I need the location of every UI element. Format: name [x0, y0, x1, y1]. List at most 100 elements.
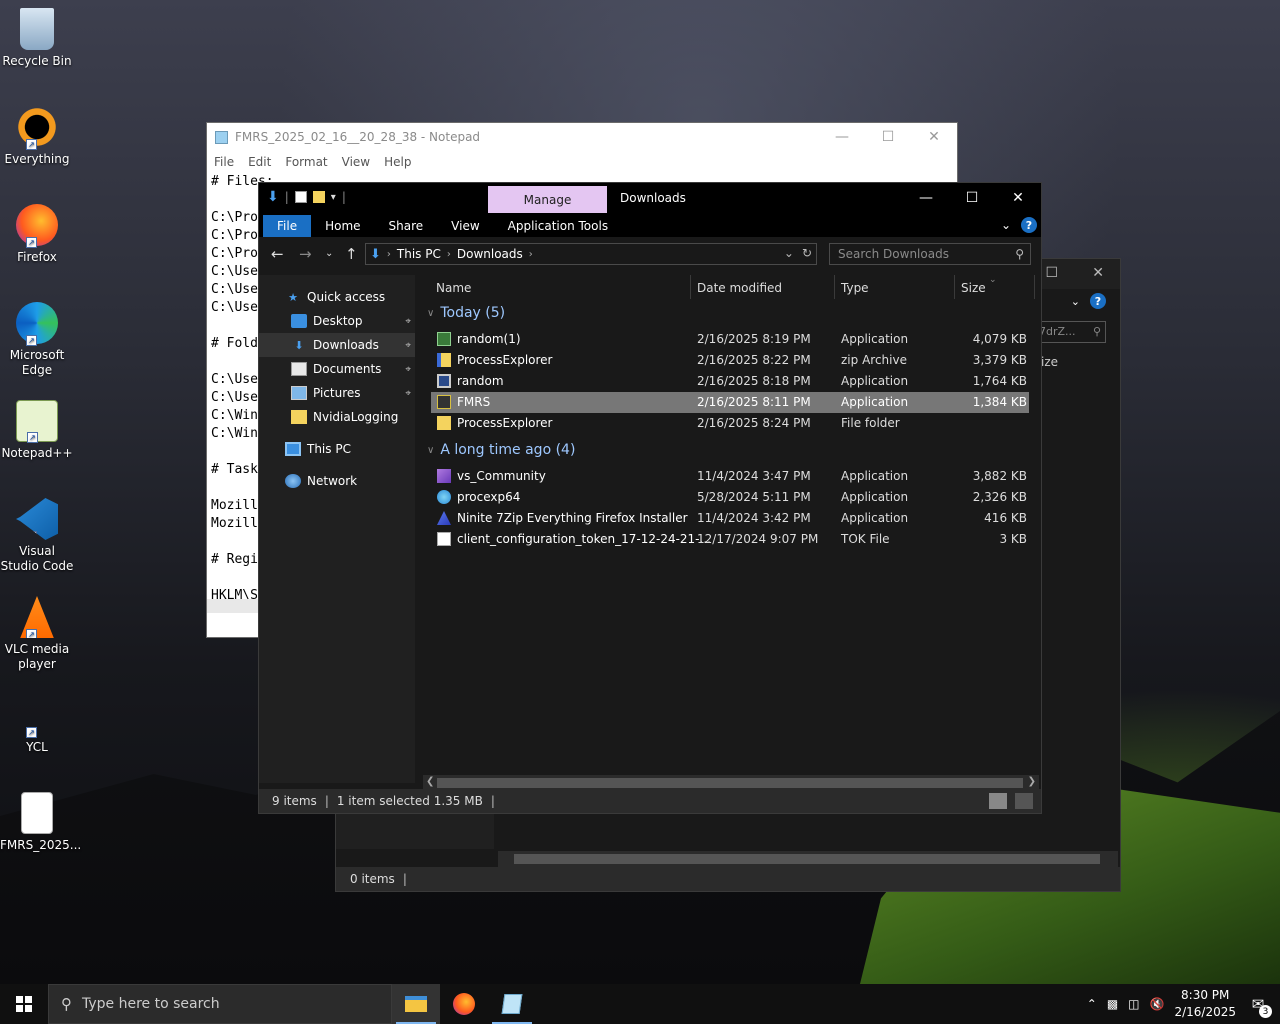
details-view-icon[interactable]: [989, 793, 1007, 809]
pin-icon[interactable]: ⌖: [405, 340, 411, 351]
minimize-button[interactable]: —: [819, 123, 865, 151]
file-row[interactable]: random(1) 2/16/2025 8:19 PM Application 4,0…: [431, 329, 1029, 350]
notepad-menu-help[interactable]: Help: [384, 155, 411, 169]
desktop-icon[interactable]: ↗ Notepad++: [0, 400, 74, 461]
search-input[interactable]: Search Downloads ⚲: [829, 243, 1031, 265]
minimize-button[interactable]: —: [903, 183, 949, 213]
desktop-icon[interactable]: FMRS_2025...: [0, 792, 81, 853]
desktop-icon[interactable]: ↗ Visual Studio Code: [0, 498, 74, 574]
group-header[interactable]: ∨ Today (5): [423, 305, 505, 321]
desktop-icon[interactable]: Recycle Bin: [0, 8, 74, 69]
qat-customize-icon[interactable]: ▾: [331, 192, 336, 203]
file-row[interactable]: ProcessExplorer 2/16/2025 8:24 PM File fol…: [431, 413, 1029, 434]
file-row[interactable]: ProcessExplorer 2/16/2025 8:22 PM zip Arch…: [431, 350, 1029, 371]
pin-icon[interactable]: ⌖: [405, 388, 411, 399]
close-button[interactable]: ✕: [911, 123, 957, 151]
large-icons-view-icon[interactable]: [1015, 793, 1033, 809]
nav-item-nvidialogging[interactable]: NvidiaLogging: [259, 405, 415, 429]
back-button[interactable]: ←: [271, 245, 284, 263]
desktop-icon[interactable]: ↗ Everything: [0, 106, 74, 167]
forward-button[interactable]: →: [299, 245, 312, 263]
notepad-menu-format[interactable]: Format: [285, 155, 327, 169]
ribbon-tab-share[interactable]: Share: [375, 215, 438, 237]
taskbar-notepad[interactable]: [488, 984, 536, 1024]
desktop-icon[interactable]: ↗ Firefox: [0, 204, 74, 265]
address-dropdown-icon[interactable]: ⌄: [784, 246, 794, 260]
notepad-menu-file[interactable]: File: [214, 155, 234, 169]
nav-item-documents[interactable]: Documents ⌖: [259, 357, 415, 381]
new-folder-icon[interactable]: [312, 191, 325, 203]
bg-ribbon-expand-icon[interactable]: ⌄: [1071, 295, 1080, 308]
pin-icon[interactable]: ⌖: [405, 316, 411, 327]
maximize-button[interactable]: ☐: [865, 123, 911, 151]
close-button[interactable]: ✕: [995, 183, 1041, 213]
show-hidden-icons-icon[interactable]: ⌃: [1087, 997, 1097, 1011]
bg-search-input[interactable]: 7drZ... ⚲: [1034, 321, 1106, 343]
date-column-header[interactable]: Date modified: [697, 281, 782, 295]
bg-help-icon[interactable]: ?: [1090, 293, 1106, 309]
breadcrumb-separator-icon[interactable]: ›: [529, 249, 533, 260]
notification-center[interactable]: ✉ 3: [1246, 992, 1272, 1018]
taskbar-search-box[interactable]: ⚲ Type here to search: [48, 984, 392, 1024]
breadcrumb-this-pc[interactable]: This PC: [397, 247, 441, 261]
notepad-menu-edit[interactable]: Edit: [248, 155, 271, 169]
ribbon-tab-home[interactable]: Home: [311, 215, 374, 237]
recent-locations-icon[interactable]: ⌄: [325, 248, 333, 259]
file-row[interactable]: FMRS 2/16/2025 8:11 PM Application 1,384 KB: [431, 392, 1029, 413]
security-icon[interactable]: ▩: [1107, 997, 1118, 1011]
nav-item-desktop[interactable]: Desktop ⌖: [259, 309, 415, 333]
volume-muted-icon[interactable]: 🔇: [1150, 997, 1165, 1011]
bg-scroll-thumb[interactable]: [514, 854, 1100, 864]
clock[interactable]: 8:30 PM 2/16/2025: [1174, 987, 1236, 1021]
file-row[interactable]: procexp64 5/28/2024 5:11 PM Application 2,3…: [431, 487, 1029, 508]
address-bar[interactable]: ⬇ › This PC › Downloads › ⌄ ↻: [365, 243, 817, 265]
maximize-button[interactable]: ☐: [949, 183, 995, 213]
collapse-chevron-icon[interactable]: ∨: [427, 308, 434, 319]
nav-item-network[interactable]: Network: [259, 469, 415, 493]
ribbon-tab-application-tools[interactable]: Application Tools: [494, 215, 622, 237]
scroll-thumb[interactable]: [437, 778, 1023, 788]
ribbon-expand-icon[interactable]: ⌄: [1001, 218, 1011, 232]
scroll-left-icon[interactable]: ❮: [426, 776, 434, 787]
start-button[interactable]: [0, 984, 48, 1024]
ribbon-tab-view[interactable]: View: [437, 215, 493, 237]
type-column-header[interactable]: Type: [841, 281, 869, 295]
ribbon-tab-file[interactable]: File: [263, 215, 312, 237]
breadcrumb-separator-icon[interactable]: ›: [387, 249, 391, 260]
refresh-icon[interactable]: ↻: [802, 246, 812, 260]
group-header[interactable]: ∨ A long time ago (4): [423, 442, 575, 458]
nav-item-pictures[interactable]: Pictures ⌖: [259, 381, 415, 405]
manage-contextual-tab[interactable]: Manage: [488, 186, 607, 213]
file-row[interactable]: Ninite 7Zip Everything Firefox Installer…: [431, 508, 1029, 529]
bg-maximize-button[interactable]: ☐: [1045, 265, 1058, 281]
help-icon[interactable]: ?: [1021, 217, 1037, 233]
bg-horizontal-scrollbar[interactable]: [498, 851, 1118, 867]
desktop-icon[interactable]: ↗ VLC media player: [0, 596, 74, 672]
file-row[interactable]: client_configuration_token_17-12-24-21-.…: [431, 529, 1029, 550]
notepad-titlebar[interactable]: FMRS_2025_02_16__20_28_38 - Notepad — ☐ …: [207, 123, 957, 151]
file-row[interactable]: vs_Community 11/4/2024 3:47 PM Application…: [431, 466, 1029, 487]
bg-close-button[interactable]: ✕: [1092, 265, 1104, 281]
scroll-right-icon[interactable]: ❯: [1028, 776, 1036, 787]
desktop-icon[interactable]: ↗ Microsoft Edge: [0, 302, 74, 378]
breadcrumb-downloads[interactable]: Downloads: [457, 247, 523, 261]
size-column-header[interactable]: Size: [961, 281, 986, 295]
taskbar-file-explorer[interactable]: [392, 984, 440, 1024]
taskbar-firefox[interactable]: [440, 984, 488, 1024]
file-explorer-window[interactable]: ⬇ | ▾ | Manage Downloads — ☐ ✕ File Home S…: [258, 182, 1042, 814]
network-status-icon[interactable]: ◫: [1128, 997, 1139, 1011]
name-column-header[interactable]: Name: [436, 281, 471, 295]
up-button[interactable]: ↑: [345, 245, 358, 263]
file-row[interactable]: random 2/16/2025 8:18 PM Application 1,764 …: [431, 371, 1029, 392]
nav-item-quick-access[interactable]: ★ Quick access: [259, 285, 415, 309]
explorer-titlebar[interactable]: ⬇ | ▾ | Manage Downloads — ☐ ✕: [259, 183, 1041, 215]
breadcrumb-separator-icon[interactable]: ›: [447, 249, 451, 260]
pin-icon[interactable]: ⌖: [405, 364, 411, 375]
nav-item-this-pc[interactable]: This PC: [259, 437, 415, 461]
properties-icon[interactable]: [294, 191, 307, 203]
desktop-icon[interactable]: ↗ YCL: [0, 694, 74, 755]
collapse-chevron-icon[interactable]: ∨: [427, 445, 434, 456]
notepad-menu-view[interactable]: View: [342, 155, 370, 169]
nav-item-downloads[interactable]: ⬇ Downloads ⌖: [259, 333, 415, 357]
bg-size-column-header[interactable]: ize: [1041, 355, 1058, 369]
